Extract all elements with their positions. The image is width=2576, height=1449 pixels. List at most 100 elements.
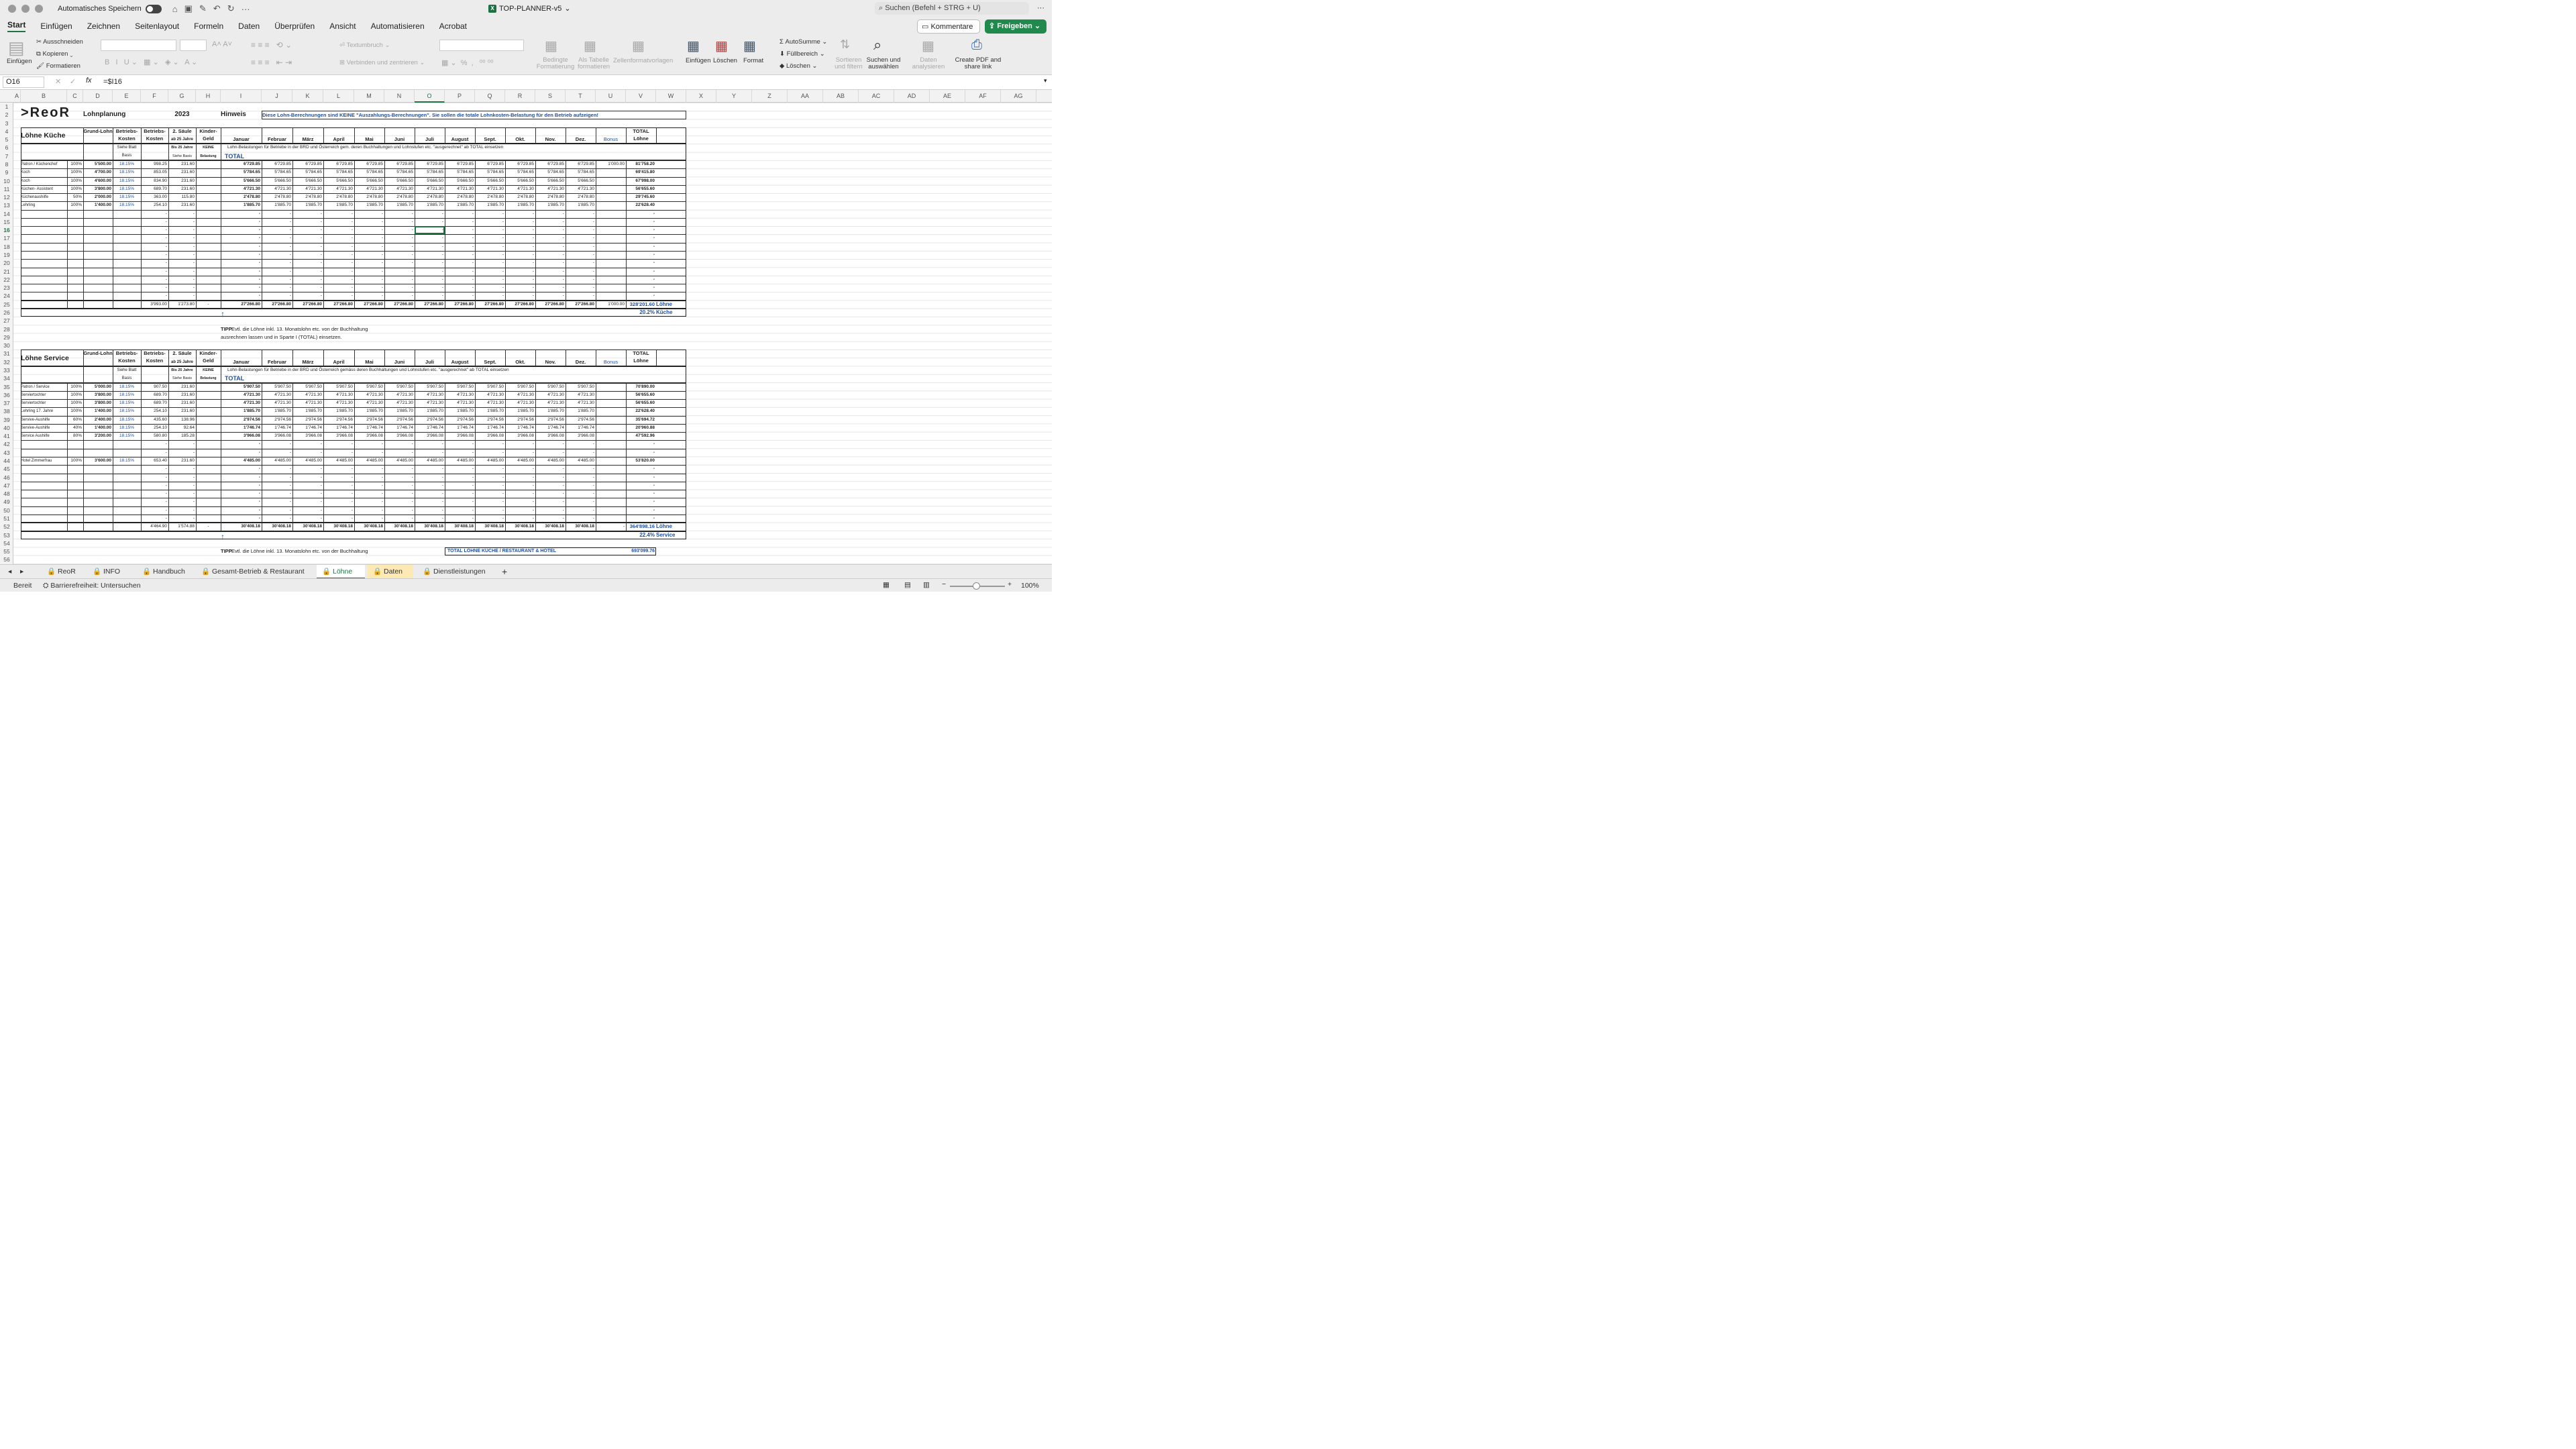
row-header[interactable]: 17	[0, 234, 13, 242]
row-header[interactable]: 12	[0, 193, 13, 201]
tab-automatisieren[interactable]: Automatisieren	[371, 21, 425, 31]
column-header[interactable]: Z	[752, 90, 788, 103]
page-layout-icon[interactable]: ▤	[904, 581, 911, 589]
column-header[interactable]: E	[113, 90, 141, 103]
name-box[interactable]: O16	[3, 76, 44, 88]
row-header[interactable]: 21	[0, 268, 13, 276]
number-format-icons[interactable]: ▦ ⌄ % , ⁰⁰ ⁰⁰	[441, 58, 494, 67]
column-header[interactable]: R	[505, 90, 535, 103]
row-header[interactable]: 16	[0, 226, 13, 234]
tab-formeln[interactable]: Formeln	[194, 21, 223, 31]
cell-styles-button[interactable]: Zellenformatvorlagen	[613, 57, 673, 64]
column-header[interactable]: M	[354, 90, 384, 103]
column-header[interactable]: AG	[1001, 90, 1036, 103]
row-header[interactable]: 7	[0, 152, 13, 160]
column-header[interactable]: AD	[894, 90, 930, 103]
format-painter-button[interactable]: 🖌 Formatieren	[36, 62, 80, 70]
tab-einfuegen[interactable]: Einfügen	[40, 21, 72, 31]
save-icon[interactable]: ▣	[184, 3, 193, 14]
row-header[interactable]: 45	[0, 465, 13, 473]
cut-button[interactable]: ✂ Ausschneiden	[36, 38, 83, 46]
column-header[interactable]: AA	[788, 90, 823, 103]
column-header[interactable]: P	[445, 90, 475, 103]
column-header[interactable]: AE	[930, 90, 965, 103]
row-header[interactable]: 19	[0, 251, 13, 259]
insert-cells-button[interactable]: Einfügen	[686, 57, 711, 64]
analyze-data-button[interactable]: Daten analysieren	[911, 57, 946, 70]
row-header[interactable]: 47	[0, 482, 13, 490]
insert-cells-icon[interactable]: ▦	[687, 38, 700, 54]
function-icon[interactable]: fx	[86, 76, 92, 85]
row-header[interactable]: 39	[0, 416, 13, 424]
format-cells-button[interactable]: Format	[743, 57, 763, 64]
row-header[interactable]: 18	[0, 243, 13, 251]
column-header[interactable]: AB	[823, 90, 859, 103]
row-header[interactable]: 48	[0, 490, 13, 498]
fill-button[interactable]: ⬇ Füllbereich ⌄	[780, 50, 825, 58]
row-header[interactable]: 51	[0, 515, 13, 523]
row-header[interactable]: 50	[0, 506, 13, 515]
undo-icon[interactable]: ↶	[213, 3, 221, 14]
expand-formula-icon[interactable]: ▾	[1044, 77, 1047, 85]
row-header[interactable]: 2	[0, 111, 13, 119]
cell-styles-icon[interactable]: ▦	[632, 38, 645, 54]
column-header[interactable]: Q	[475, 90, 505, 103]
column-header[interactable]: J	[262, 90, 292, 103]
more-icon[interactable]: ···	[241, 4, 250, 14]
row-header[interactable]: 32	[0, 358, 13, 366]
row-header[interactable]: 6	[0, 144, 13, 152]
row-header[interactable]: 46	[0, 474, 13, 482]
column-header[interactable]: W	[656, 90, 686, 103]
row-header[interactable]: 10	[0, 177, 13, 185]
font-family-select[interactable]	[101, 40, 176, 51]
column-header[interactable]: D	[83, 90, 113, 103]
font-size-select[interactable]	[180, 40, 207, 51]
analyze-data-icon[interactable]: ▦	[922, 38, 934, 54]
paste-icon[interactable]: ▤	[8, 38, 25, 58]
autosum-button[interactable]: Σ AutoSumme ⌄	[780, 38, 827, 46]
zoom-out-icon[interactable]: −	[942, 580, 946, 588]
tab-acrobat[interactable]: Acrobat	[439, 21, 467, 31]
delete-cells-button[interactable]: Löschen	[713, 57, 737, 64]
row-header[interactable]: 56	[0, 555, 13, 564]
column-header[interactable]: N	[384, 90, 415, 103]
merge-center-button[interactable]: ⊞ Verbinden und zentrieren ⌄	[339, 59, 425, 66]
row-header[interactable]: 24	[0, 292, 13, 300]
row-header[interactable]: 13	[0, 201, 13, 209]
zoom-slider-thumb[interactable]	[973, 582, 980, 590]
row-header[interactable]: 36	[0, 391, 13, 399]
create-pdf-button[interactable]: Create PDF and share link	[954, 57, 1002, 70]
tab-ueberpruefen[interactable]: Überprüfen	[274, 21, 315, 31]
edit-icon[interactable]: ✎	[199, 3, 207, 14]
row-header[interactable]: 25	[0, 301, 13, 309]
zoom-slider[interactable]	[950, 582, 1005, 590]
row-header[interactable]: 22	[0, 276, 13, 284]
row-header[interactable]: 37	[0, 399, 13, 407]
table-format-button[interactable]: Als Tabelle formatieren	[576, 57, 612, 70]
confirm-icon[interactable]: ✓	[70, 77, 76, 86]
align-icons[interactable]: ≡ ≡ ≡ ⟲ ⌄	[251, 40, 292, 50]
row-header[interactable]: 11	[0, 185, 13, 193]
home-icon[interactable]: ⌂	[172, 4, 178, 14]
page-break-icon[interactable]: ▥	[923, 581, 930, 589]
tab-dienstleistungen[interactable]: 🔒 Dienstleistungen	[417, 565, 491, 579]
tab-handbuch[interactable]: 🔒 Handbuch	[137, 565, 191, 579]
column-header[interactable]: T	[566, 90, 596, 103]
row-header[interactable]: 23	[0, 284, 13, 292]
row-header[interactable]: 43	[0, 449, 13, 457]
row-header[interactable]: 33	[0, 366, 13, 374]
row-header[interactable]: 49	[0, 498, 13, 506]
format-cells-icon[interactable]: ▦	[743, 38, 756, 54]
column-header[interactable]: F	[141, 90, 168, 103]
column-header[interactable]: O	[415, 90, 445, 103]
row-header[interactable]: 34	[0, 374, 13, 382]
tab-gesamt-betrieb[interactable]: 🔒 Gesamt-Betrieb & Restaurant	[196, 565, 310, 579]
sort-filter-button[interactable]: Sortieren und filtern	[832, 57, 865, 70]
column-header[interactable]: U	[596, 90, 626, 103]
tab-info[interactable]: 🔒 INFO	[87, 565, 125, 579]
row-header[interactable]: 4	[0, 127, 13, 136]
number-format-select[interactable]	[439, 40, 524, 51]
row-header[interactable]: 52	[0, 523, 13, 531]
column-header[interactable]: X	[686, 90, 716, 103]
column-header[interactable]: B	[21, 90, 67, 103]
